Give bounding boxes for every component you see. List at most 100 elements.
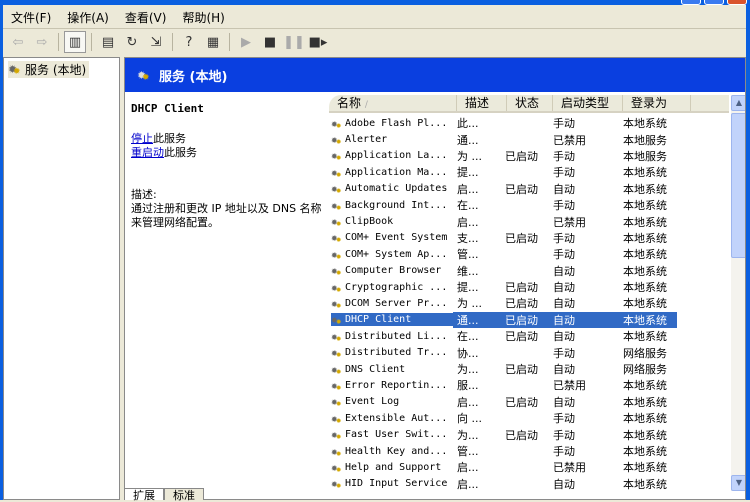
table-row[interactable]: ✹HID Input Service 启... 自动 本地系统 — [331, 476, 677, 491]
title-bar — [0, 0, 750, 5]
list-rows: ✹Adobe Flash Pl...此...手动本地系统✹Alerter通...… — [331, 115, 677, 491]
vertical-scrollbar[interactable]: ▲ ▼ — [731, 95, 745, 491]
menu-help[interactable]: 帮助(H) — [174, 9, 232, 26]
properties-icon[interactable]: ▤ — [97, 31, 119, 53]
start-service-icon[interactable]: ▶ — [235, 31, 257, 53]
table-row[interactable]: ✹Cryptographic ... 提... 已启动 自动 本地系统 — [331, 279, 677, 295]
menu-action[interactable]: 操作(A) — [59, 9, 117, 26]
export-list-icon[interactable]: ⇲ — [145, 31, 167, 53]
refresh-icon[interactable]: ↻ — [121, 31, 143, 53]
startup-type-cell: 手动 — [553, 445, 575, 458]
column-header-name[interactable]: 名称 ∕ — [329, 95, 457, 111]
service-name-cell: ✹Distributed Tr... — [331, 346, 453, 359]
description-cell: 在... — [457, 330, 479, 344]
back-icon[interactable]: ⇦ — [7, 31, 29, 53]
service-gear-icon: ✹ — [331, 313, 345, 326]
table-row[interactable]: ✹Adobe Flash Pl... 此... 手动 本地系统 — [331, 115, 677, 131]
column-header-description[interactable]: 描述 — [457, 95, 507, 111]
service-name-cell: ✹Event Log — [331, 395, 453, 408]
maximize-button[interactable] — [704, 0, 724, 5]
service-name-cell: ✹Cryptographic ... — [331, 281, 453, 294]
logon-as-cell: 本地系统 — [623, 428, 667, 442]
column-header-logon-as[interactable]: 登录为 — [623, 95, 691, 111]
description-cell: 为... — [457, 428, 479, 442]
show-hide-tree-icon[interactable]: ▥ — [64, 31, 86, 53]
service-name-cell: ✹Adobe Flash Pl... — [331, 117, 453, 130]
table-row[interactable]: ✹DCOM Server Pr... 为 ... 已启动 自动 本地系统 — [331, 295, 677, 311]
service-name-cell: ✹Application Ma... — [331, 166, 453, 179]
column-header-startup-type[interactable]: 启动类型 — [553, 95, 623, 111]
service-name-cell: ✹Extensible Aut... — [331, 412, 453, 425]
menu-view[interactable]: 查看(V) — [117, 9, 175, 26]
description-cell: 启... — [457, 395, 479, 409]
table-row[interactable]: ✹Help and Support 启... 已禁用 本地系统 — [331, 459, 677, 475]
logon-as-cell: 本地系统 — [623, 477, 667, 491]
table-row[interactable]: ✹Computer Browser 维... 自动 本地系统 — [331, 263, 677, 279]
logon-as-cell: 本地系统 — [623, 311, 677, 328]
table-row[interactable]: ✹Distributed Li... 在... 已启动 自动 本地系统 — [331, 328, 677, 344]
column-header-status[interactable]: 状态 — [507, 95, 553, 111]
table-row[interactable]: ✹DNS Client 为... 已启动 自动 网络服务 — [331, 361, 677, 377]
table-row[interactable]: ✹Alerter 通... 已禁用 本地服务 — [331, 131, 677, 147]
status-cell: 已启动 — [505, 428, 538, 442]
service-gear-icon: ✹ — [331, 215, 345, 228]
service-gear-icon: ✹ — [331, 166, 345, 179]
restart-service-icon[interactable]: ■▸ — [307, 31, 329, 53]
table-row[interactable]: ✹Background Int... 在... 手动 本地系统 — [331, 197, 677, 213]
table-row[interactable]: ✹COM+ Event System 支... 已启动 手动 本地系统 — [331, 230, 677, 246]
logon-as-cell: 本地系统 — [623, 461, 667, 475]
close-button[interactable] — [727, 0, 747, 5]
show-action-pane-icon[interactable]: ▦ — [202, 31, 224, 53]
logon-as-cell: 本地系统 — [623, 445, 667, 458]
tab-extended[interactable]: 扩展 — [124, 488, 164, 502]
tree-item-services-local[interactable]: ✹ 服务 (本地) — [8, 61, 90, 79]
help-icon[interactable]: ? — [178, 31, 200, 53]
restart-suffix: 此服务 — [164, 146, 197, 159]
service-name-cell: ✹Background Int... — [331, 199, 453, 212]
scroll-up-button[interactable]: ▲ — [731, 95, 745, 111]
service-gear-icon: ✹ — [331, 428, 345, 441]
forward-icon[interactable]: ⇨ — [31, 31, 53, 53]
description-cell: 通... — [457, 133, 479, 147]
table-row[interactable]: ✹Distributed Tr... 协... 手动 网络服务 — [331, 344, 677, 360]
stop-service-icon[interactable]: ■ — [259, 31, 281, 53]
pane-header: ✹ 服务 (本地) — [125, 58, 745, 92]
status-cell: 已启动 — [505, 281, 538, 295]
service-name-cell: ✹DHCP Client — [331, 313, 453, 327]
table-row[interactable]: ✹Fast User Swit... 为... 已启动 手动 本地系统 — [331, 426, 677, 442]
restart-service-link[interactable]: 重启动 — [131, 146, 164, 159]
service-gear-icon: ✹ — [331, 346, 345, 359]
table-row[interactable]: ✹ClipBook 启... 已禁用 本地系统 — [331, 213, 677, 229]
table-row[interactable]: ✹Health Key and... 管... 手动 本地系统 — [331, 443, 677, 459]
scroll-down-button[interactable]: ▼ — [731, 475, 745, 491]
table-row[interactable]: ✹Event Log 启... 已启动 自动 本地系统 — [331, 394, 677, 410]
minimize-button[interactable] — [681, 0, 701, 5]
logon-as-cell: 网络服务 — [623, 363, 667, 377]
table-row[interactable]: ✹Automatic Updates 启... 已启动 自动 本地系统 — [331, 181, 677, 197]
service-gear-icon: ✹ — [331, 149, 345, 162]
service-name-cell: ✹Health Key and... — [331, 445, 453, 458]
table-row[interactable]: ✹Application La... 为 ... 已启动 手动 本地服务 — [331, 148, 677, 164]
stop-service-link[interactable]: 停止 — [131, 132, 153, 145]
service-gear-icon: ✹ — [331, 117, 345, 130]
description-cell: 启... — [457, 461, 479, 475]
service-detail: DHCP Client 停止此服务 重启动此服务 描述: 通过注册和更改 IP … — [131, 102, 326, 230]
table-row[interactable]: ✹Application Ma... 提... 手动 本地系统 — [331, 164, 677, 180]
service-gear-icon: ✹ — [331, 461, 345, 474]
scroll-thumb[interactable] — [731, 113, 745, 258]
table-row[interactable]: ✹Extensible Aut... 向 ... 手动 本地系统 — [331, 410, 677, 426]
pause-service-icon[interactable]: ❚❚ — [283, 31, 305, 53]
table-row[interactable]: ✹COM+ System Ap... 管... 手动 本地系统 — [331, 246, 677, 262]
tab-standard[interactable]: 标准 — [164, 488, 204, 502]
toolbar-separator — [91, 33, 92, 51]
logon-as-cell: 网络服务 — [623, 346, 667, 360]
description-label: 描述: — [131, 188, 157, 201]
startup-type-cell: 手动 — [553, 248, 575, 262]
table-row[interactable]: ✹Error Reportin... 服... 已禁用 本地系统 — [331, 377, 677, 393]
status-cell: 已启动 — [505, 182, 538, 196]
startup-type-cell: 已禁用 — [553, 133, 586, 147]
table-row[interactable]: ✹DHCP Client通...已启动自动本地系统 — [331, 311, 677, 328]
menu-separator — [3, 28, 746, 29]
startup-type-cell: 自动 — [553, 395, 575, 409]
menu-file[interactable]: 文件(F) — [3, 9, 59, 26]
